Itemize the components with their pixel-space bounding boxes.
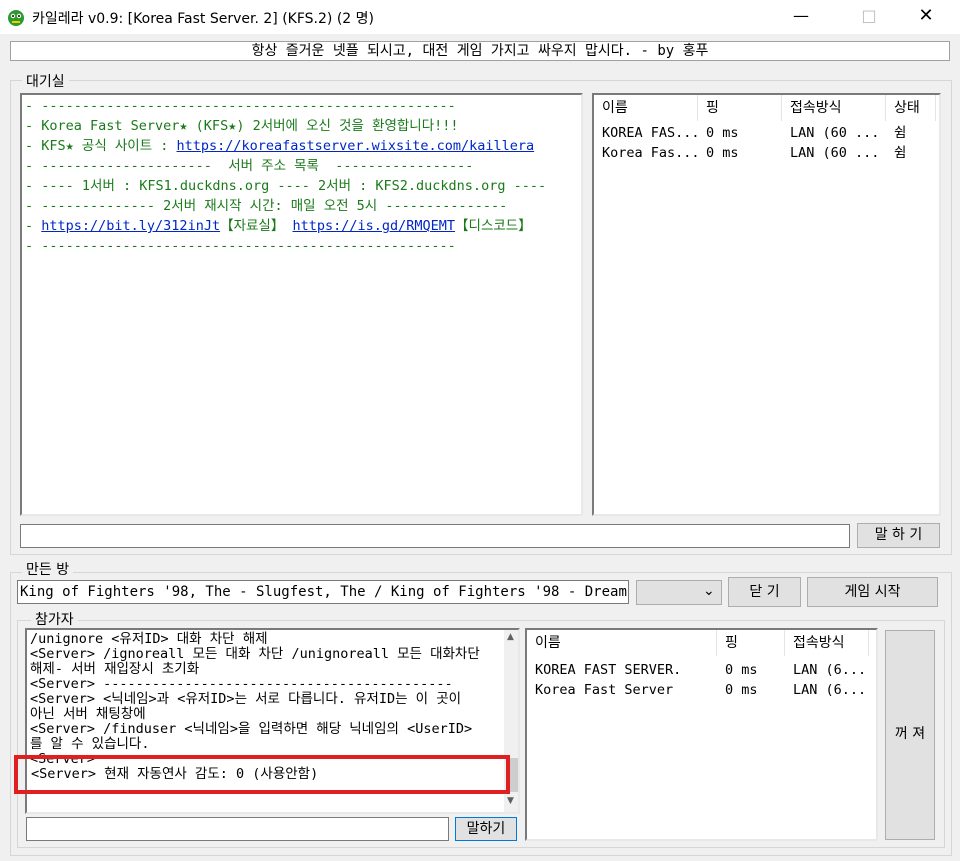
participant-chat-line: <Server> /finduser <닉네임>을 입력하면 해당 닉네임의 <… xyxy=(30,721,473,737)
room-label: 만든 방 xyxy=(22,559,74,579)
participant-chat-line: 해제- 서버 재입장시 초기화 xyxy=(30,661,200,677)
participant-chat-line: 아닌 서버 채팅창에 xyxy=(30,706,146,722)
chat-text: - KFS★ 공식 사이트 : xyxy=(25,138,177,154)
chat-link[interactable]: https://bit.ly/312inJt xyxy=(41,218,220,234)
close-icon[interactable]: ✕ xyxy=(903,0,949,34)
chat-text: 【자료실】 xyxy=(220,218,293,234)
participant-user-row[interactable]: Korea Fast Server 0 ms LAN (6... xyxy=(527,680,869,700)
maximize-icon[interactable]: □ xyxy=(846,0,892,34)
chat-text: - --------------------------------------… xyxy=(25,238,456,254)
participant-user-cell: LAN (6... xyxy=(793,682,867,698)
lobby-user-cell: KOREA FAS... xyxy=(602,125,700,141)
kick-button[interactable]: 꺼 져 xyxy=(885,630,935,840)
lobby-chat-line: - Korea Fast Server★ (KFS★) 2서버에 오신 것을 환… xyxy=(25,116,578,136)
participants-label: 참가자 xyxy=(31,609,78,629)
chat-text: 【디스코드】 xyxy=(455,218,532,234)
participant-column-header[interactable]: 핑 xyxy=(717,630,785,656)
chat-link[interactable]: https://koreafastserver.wixsite.com/kail… xyxy=(177,138,535,154)
room-game-name[interactable]: King of Fighters '98, The - Slugfest, Th… xyxy=(17,580,629,604)
participants-user-list[interactable]: 이름 핑 접속방식 KOREA FAST SERVER. 0 ms LAN (6... K… xyxy=(525,628,878,841)
chat-text: - xyxy=(25,218,42,234)
notice-banner: 항상 즐거운 넷플 되시고, 대전 게임 가지고 싸우지 맙시다. - by 홍… xyxy=(10,41,950,61)
lobby-user-cell: 0 ms xyxy=(706,145,739,161)
lobby-column-header[interactable]: 핑 xyxy=(698,95,782,121)
chat-text: - Korea Fast Server★ (KFS★) 2서버에 오신 것을 환… xyxy=(25,118,459,134)
dropdown-chevron-icon: ⌄ xyxy=(703,583,715,599)
participants-send-button[interactable]: 말하기 xyxy=(455,817,517,841)
participant-chat-line: /unignore <유저ID> 대화 차단 해제 xyxy=(30,631,268,647)
lobby-chat-line: - --------------------- 서버 주소 목록 -------… xyxy=(25,156,578,176)
lobby-user-row[interactable]: KOREA FAS... 0 ms LAN (60 ... 쉼 xyxy=(594,123,936,143)
lobby-user-cell: 쉼 xyxy=(894,125,907,141)
participants-chat-input[interactable] xyxy=(26,817,449,841)
lobby-user-cell: Korea Fas... xyxy=(602,145,700,161)
lobby-chat-log[interactable]: - --------------------------------------… xyxy=(20,93,583,516)
participant-chat-line: <Server> <닉네임>과 <유저ID>는 서로 다릅니다. 유저ID는 이… xyxy=(30,691,462,707)
lobby-column-header[interactable]: 접속방식 xyxy=(782,95,886,121)
room-dropdown[interactable]: ⌄ xyxy=(636,580,722,605)
lobby-label: 대기실 xyxy=(22,71,69,91)
participant-user-cell: KOREA FAST SERVER. xyxy=(535,662,682,678)
lobby-chat-input[interactable] xyxy=(20,524,850,548)
participant-chat-line: 를 알 수 있습니다. xyxy=(30,736,150,752)
lobby-user-cell: 쉼 xyxy=(894,145,907,161)
app-icon xyxy=(8,10,24,26)
lobby-chat-line: - ---- 1서버 : KFS1.duckdns.org ---- 2서버 :… xyxy=(25,176,578,196)
lobby-chat-line: - --------------------------------------… xyxy=(25,96,578,116)
lobby-chat-line: - https://bit.ly/312inJt【자료실】 https://is… xyxy=(25,216,578,236)
participant-user-cell: 0 ms xyxy=(725,682,758,698)
participant-chat-line: <Server> /ignoreall 모든 대화 차단 /unignoreal… xyxy=(30,646,480,662)
chat-text: - -------------- 2서버 재시작 시간: 매일 오전 5시 --… xyxy=(25,198,508,214)
scroll-down-icon[interactable]: ▼ xyxy=(507,796,514,806)
participant-chat-line: <Server> -------------------------------… xyxy=(30,676,453,692)
lobby-column-header[interactable]: 이름 xyxy=(594,95,698,121)
lobby-user-row[interactable]: Korea Fas... 0 ms LAN (60 ... 쉼 xyxy=(594,143,936,163)
lobby-send-button[interactable]: 말 하 기 xyxy=(857,523,940,548)
lobby-chat-line: - -------------- 2서버 재시작 시간: 매일 오전 5시 --… xyxy=(25,196,578,216)
lobby-user-list[interactable]: 이름 핑 접속방식 상태 KOREA FAS... 0 ms LAN (60 ... 쉼 Ko… xyxy=(592,93,941,516)
lobby-column-header[interactable]: 상태 xyxy=(886,95,936,121)
window-title: 카일레라 v0.9: [Korea Fast Server. 2] (KFS.2… xyxy=(32,11,374,27)
chat-text: - ---- 1서버 : KFS1.duckdns.org ---- 2서버 :… xyxy=(25,178,547,194)
participant-user-row[interactable]: KOREA FAST SERVER. 0 ms LAN (6... xyxy=(527,660,869,680)
chat-text: - --------------------------------------… xyxy=(25,98,456,114)
participant-user-cell: Korea Fast Server xyxy=(535,682,674,698)
chat-text: - --------------------- 서버 주소 목록 -------… xyxy=(25,158,474,174)
room-close-button[interactable]: 닫 기 xyxy=(728,577,801,607)
minimize-icon[interactable]: — xyxy=(778,0,824,34)
chat-link[interactable]: https://is.gd/RMQEMT xyxy=(292,218,455,234)
lobby-user-cell: LAN (60 ... xyxy=(790,145,880,161)
lobby-user-cell: LAN (60 ... xyxy=(790,125,880,141)
participant-column-header[interactable]: 접속방식 xyxy=(785,630,869,656)
participant-user-cell: LAN (6... xyxy=(793,662,867,678)
lobby-user-cell: 0 ms xyxy=(706,125,739,141)
scroll-up-icon[interactable]: ▲ xyxy=(507,632,514,642)
lobby-chat-line: - --------------------------------------… xyxy=(25,236,578,256)
participant-column-header[interactable]: 이름 xyxy=(527,630,717,656)
participant-user-cell: 0 ms xyxy=(725,662,758,678)
highlighted-chat-line: <Server> 현재 자동연사 감도: 0 (사용안함) xyxy=(31,766,319,782)
game-start-button[interactable]: 게임 시작 xyxy=(807,577,938,607)
lobby-chat-line: - KFS★ 공식 사이트 : https://koreafastserver.… xyxy=(25,136,578,156)
